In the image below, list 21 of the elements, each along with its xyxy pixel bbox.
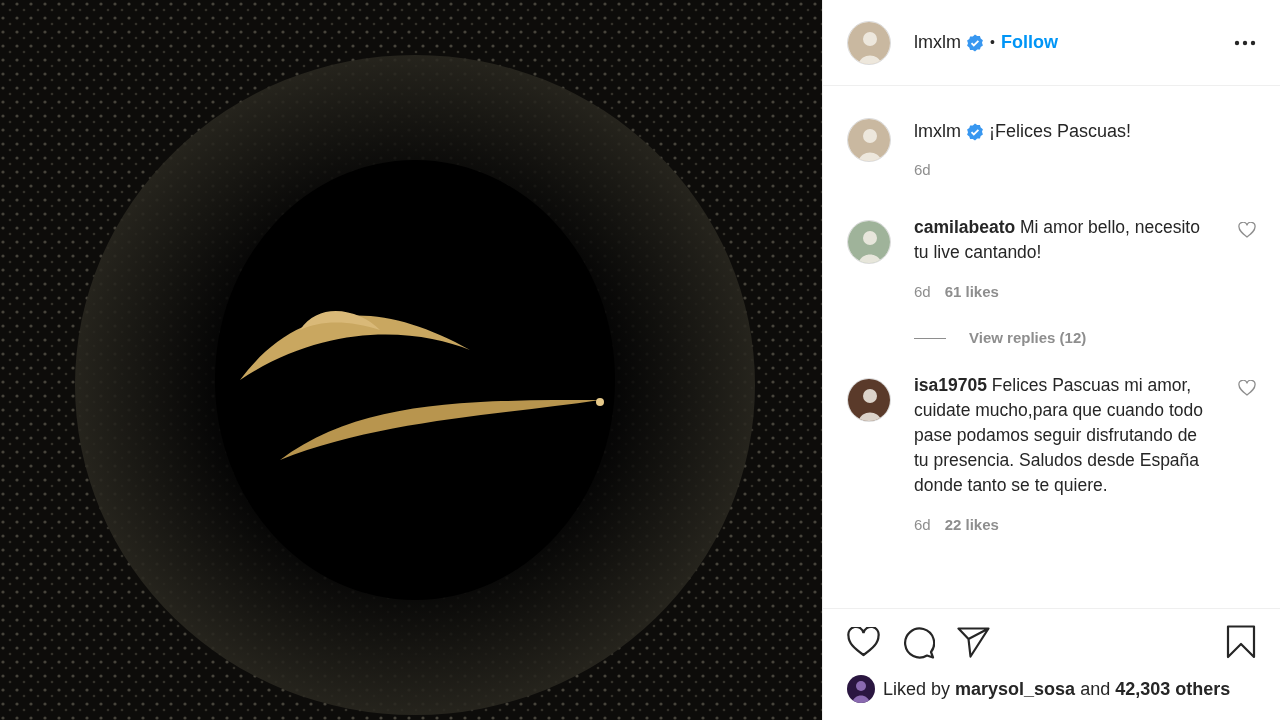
comment-text: camilabeato Mi amor bello, necesito tu live cantando! [914, 215, 1201, 264]
liked-by-text: Liked by marysol_sosa and 42,303 others [883, 677, 1231, 701]
likes-count[interactable]: 22 likes [944, 513, 999, 536]
separator-dot: • [990, 33, 995, 52]
view-replies-link[interactable]: View replies (12) [969, 327, 1087, 350]
avatar[interactable] [847, 675, 875, 703]
likes-count[interactable]: 61 likes [944, 280, 999, 303]
avatar[interactable] [847, 377, 891, 422]
timestamp: 6d [914, 514, 931, 535]
comment-text: isa19705 Felices Pascuas mi amor, cuidate mucho,para que cuando todo pase podamos seguir disfrutando de tu presencia. Saludos desde España donde tanto se te quiere. [914, 373, 1204, 497]
timestamp: 6d [914, 281, 931, 302]
caption-text: ¡Felices Pascuas! [989, 120, 1132, 143]
username[interactable]: lmxlm [914, 118, 961, 145]
username[interactable]: lmxlm [914, 29, 961, 56]
comment-icon[interactable] [902, 625, 935, 659]
follow-button[interactable]: Follow [1000, 29, 1058, 56]
timestamp: 6d [914, 160, 932, 180]
bookmark-icon[interactable] [1226, 625, 1256, 659]
like-icon[interactable] [847, 627, 880, 657]
share-icon[interactable] [957, 626, 990, 658]
more-options-icon[interactable] [1234, 39, 1256, 46]
